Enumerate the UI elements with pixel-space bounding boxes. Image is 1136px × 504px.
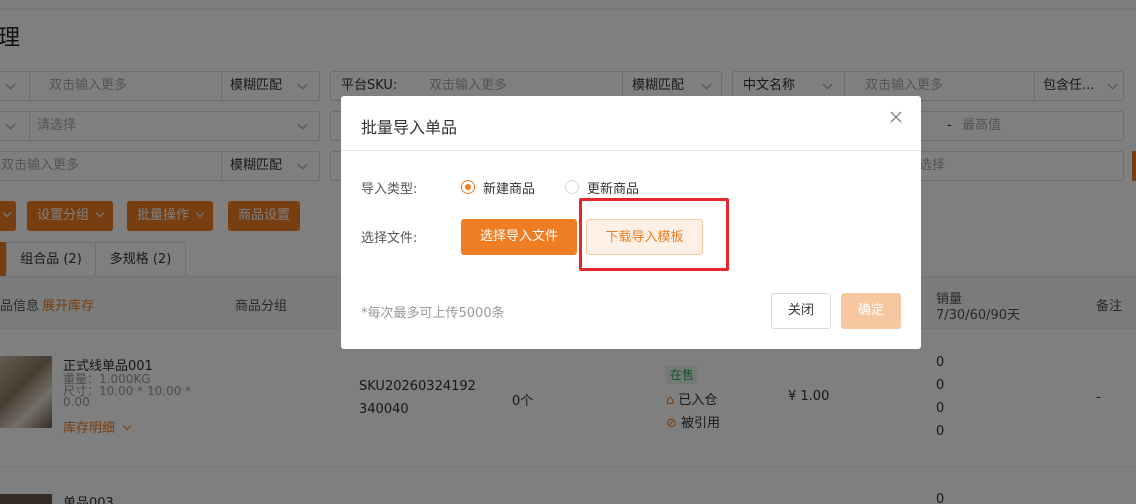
upload-limit-note: *每次最多可上传5000条: [361, 306, 505, 321]
dialog-title: 批量导入单品: [361, 118, 458, 137]
close-icon[interactable]: [889, 110, 903, 124]
dialog-divider: [341, 150, 921, 151]
close-button[interactable]: 关闭: [771, 293, 831, 329]
radio-update-product-label[interactable]: 更新商品: [587, 178, 639, 197]
confirm-button[interactable]: 确定: [841, 293, 901, 329]
select-file-label: 选择文件:: [361, 231, 418, 246]
radio-new-product-label[interactable]: 新建商品: [483, 178, 535, 197]
highlight-box: [579, 198, 729, 271]
import-type-label: 导入类型:: [361, 182, 418, 197]
radio-update-product[interactable]: [565, 180, 579, 194]
choose-file-button[interactable]: 选择导入文件: [461, 219, 577, 255]
batch-import-dialog: 批量导入单品 导入类型: 新建商品 更新商品 选择文件: 选择导入文件 下载导入…: [341, 96, 921, 349]
radio-new-product[interactable]: [461, 180, 475, 194]
